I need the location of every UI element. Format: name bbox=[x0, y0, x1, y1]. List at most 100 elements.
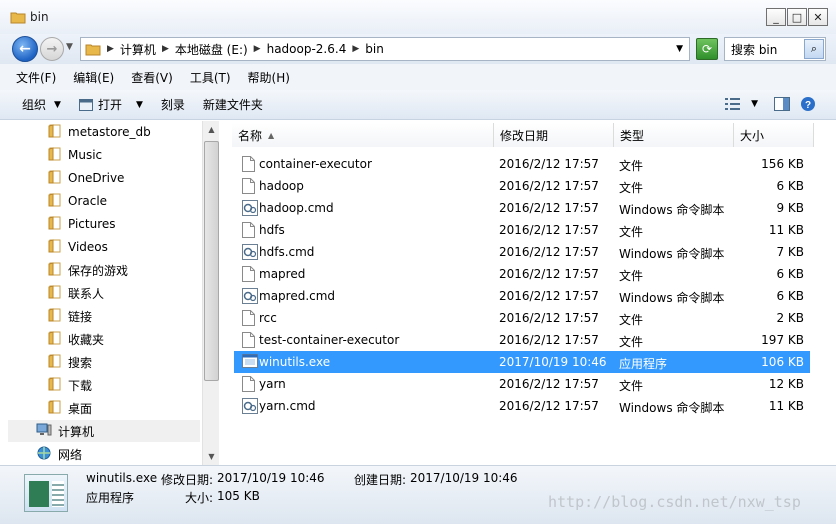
computer-icon bbox=[36, 423, 52, 440]
chevron-down-icon[interactable]: ▼ bbox=[751, 99, 758, 109]
column-modified[interactable]: 修改日期 bbox=[494, 123, 614, 147]
sidebar-item-music[interactable]: Music bbox=[0, 144, 200, 166]
sidebar-item-onedrive[interactable]: OneDrive bbox=[0, 167, 200, 189]
sidebar-item-item-12[interactable]: 桌面 bbox=[0, 397, 200, 419]
file-size: 6 KB bbox=[776, 289, 804, 303]
sidebar-item-label: metastore_db bbox=[68, 125, 151, 139]
search-icon[interactable]: ⌕ bbox=[804, 39, 824, 59]
column-type[interactable]: 类型 bbox=[614, 123, 734, 147]
file-size: 156 KB bbox=[761, 157, 804, 171]
burn-button[interactable]: 刻录 bbox=[161, 96, 185, 113]
title-bar[interactable]: bin _ □ ✕ bbox=[0, 0, 836, 34]
breadcrumb-drive[interactable]: ▶ 本地磁盘 (E:) bbox=[162, 41, 248, 58]
file-list[interactable]: 名称 ▲ 修改日期 类型 大小 container-executor 2016/2/… bbox=[222, 121, 836, 465]
table-row[interactable]: mapred.cmd 2016/2/12 17:57 Windows 命令脚本 6 K… bbox=[234, 285, 810, 307]
svg-text:?: ? bbox=[805, 100, 811, 111]
preview-pane-icon[interactable] bbox=[774, 97, 790, 111]
file-type: Windows 命令脚本 bbox=[619, 203, 725, 217]
file-icon bbox=[242, 332, 255, 351]
sidebar-item-metastore-db[interactable]: metastore_db bbox=[0, 121, 200, 143]
table-row[interactable]: hdfs 2016/2/12 17:57 文件 11 KB bbox=[234, 219, 810, 241]
sidebar-item-label: Videos bbox=[68, 240, 108, 254]
navigation-scrollbar[interactable]: ▲ ▼ bbox=[202, 121, 219, 465]
organize-button[interactable]: 组织 ▼ bbox=[22, 96, 61, 113]
folder-icon bbox=[48, 399, 62, 417]
menu-bar: 文件(F) 编辑(E) 查看(V) 工具(T) 帮助(H) bbox=[0, 64, 836, 90]
refresh-button[interactable]: ⟳ bbox=[696, 38, 718, 60]
table-row[interactable]: yarn 2016/2/12 17:57 文件 12 KB bbox=[234, 373, 810, 395]
sidebar-item-pictures[interactable]: Pictures bbox=[0, 213, 200, 235]
menu-tools[interactable]: 工具(T) bbox=[190, 69, 231, 86]
navigation-bar: ← → ▼ ▶ 计算机 ▶ 本地磁盘 (E:) ▶ hadoop-2.6.4 ▶ bin… bbox=[0, 34, 836, 64]
column-name[interactable]: 名称 ▲ bbox=[232, 123, 494, 147]
breadcrumb-bin[interactable]: ▶ bin bbox=[352, 42, 383, 56]
menu-view[interactable]: 查看(V) bbox=[131, 69, 173, 86]
file-type: 文件 bbox=[619, 269, 644, 283]
table-row[interactable]: container-executor 2016/2/12 17:57 文件 156 K… bbox=[234, 153, 810, 175]
recent-pages-dropdown-icon[interactable]: ▼ bbox=[66, 42, 73, 52]
sidebar-item-label: 收藏夹 bbox=[68, 332, 105, 347]
scrollbar-thumb[interactable] bbox=[204, 141, 219, 381]
file-name: yarn bbox=[259, 377, 286, 391]
file-name: rcc bbox=[259, 311, 277, 325]
table-row[interactable]: hadoop 2016/2/12 17:57 文件 6 KB bbox=[234, 175, 810, 197]
open-button[interactable]: 打开 ▼ bbox=[78, 96, 143, 113]
watermark-text: http://blog.csdn.net/nxw_tsp bbox=[548, 493, 801, 511]
chevron-down-icon[interactable]: ▼ bbox=[676, 44, 683, 54]
table-row[interactable]: hdfs.cmd 2016/2/12 17:57 Windows 命令脚本 7 KB bbox=[234, 241, 810, 263]
folder-icon bbox=[48, 353, 62, 371]
command-bar: 组织 ▼ 打开 ▼ 刻录 新建文件夹 ▼ ? bbox=[0, 90, 836, 120]
file-modified: 2016/2/12 17:57 bbox=[499, 333, 599, 347]
back-button[interactable]: ← bbox=[12, 36, 38, 62]
details-created-value: 2017/10/19 10:46 bbox=[410, 471, 518, 485]
sidebar-item-item-10[interactable]: 搜索 bbox=[0, 351, 200, 373]
scroll-down-arrow-icon[interactable]: ▼ bbox=[204, 448, 219, 465]
sidebar-item-item-11[interactable]: 下载 bbox=[0, 374, 200, 396]
table-row[interactable]: yarn.cmd 2016/2/12 17:57 Windows 命令脚本 11 KB bbox=[234, 395, 810, 417]
search-input[interactable]: 搜索 bin ⌕ bbox=[724, 37, 826, 61]
close-button[interactable]: ✕ bbox=[808, 8, 828, 26]
file-type: 文件 bbox=[619, 313, 644, 327]
column-size[interactable]: 大小 bbox=[734, 123, 814, 147]
sidebar-item-item-6[interactable]: 保存的游戏 bbox=[0, 259, 200, 281]
sidebar-item-oracle[interactable]: Oracle bbox=[0, 190, 200, 212]
chevron-right-icon[interactable]: ▶ bbox=[107, 44, 114, 54]
sidebar-item-item-9[interactable]: 收藏夹 bbox=[0, 328, 200, 350]
navigation-pane[interactable]: metastore_db Music OneDrive Oracle Pictures V… bbox=[0, 121, 220, 465]
breadcrumb-hadoop[interactable]: ▶ hadoop-2.6.4 bbox=[254, 42, 347, 56]
sidebar-item-videos[interactable]: Videos bbox=[0, 236, 200, 258]
chevron-right-icon[interactable]: ▶ bbox=[352, 44, 359, 54]
forward-button[interactable]: → bbox=[40, 37, 64, 61]
breadcrumb-computer[interactable]: ▶ 计算机 bbox=[107, 41, 156, 58]
file-name: mapred bbox=[259, 267, 306, 281]
sidebar-item-item-14[interactable]: 网络 bbox=[8, 443, 200, 465]
sidebar-item-item-13[interactable]: 计算机 bbox=[8, 420, 200, 442]
maximize-button[interactable]: □ bbox=[787, 8, 807, 26]
menu-file[interactable]: 文件(F) bbox=[16, 69, 56, 86]
file-size: 9 KB bbox=[776, 201, 804, 215]
sidebar-item-item-8[interactable]: 链接 bbox=[0, 305, 200, 327]
menu-help[interactable]: 帮助(H) bbox=[248, 69, 290, 86]
command-script-icon bbox=[242, 244, 258, 263]
address-bar[interactable]: ▶ 计算机 ▶ 本地磁盘 (E:) ▶ hadoop-2.6.4 ▶ bin ▼ bbox=[80, 37, 690, 61]
file-modified: 2016/2/12 17:57 bbox=[499, 399, 599, 413]
table-row[interactable]: mapred 2016/2/12 17:57 文件 6 KB bbox=[234, 263, 810, 285]
chevron-right-icon[interactable]: ▶ bbox=[254, 44, 261, 54]
menu-edit[interactable]: 编辑(E) bbox=[73, 69, 114, 86]
table-row[interactable]: rcc 2016/2/12 17:57 文件 2 KB bbox=[234, 307, 810, 329]
sidebar-item-item-7[interactable]: 联系人 bbox=[0, 282, 200, 304]
scroll-up-arrow-icon[interactable]: ▲ bbox=[204, 121, 219, 138]
file-name: hdfs bbox=[259, 223, 285, 237]
chevron-right-icon[interactable]: ▶ bbox=[162, 44, 169, 54]
folder-icon bbox=[48, 238, 62, 256]
table-row[interactable]: winutils.exe 2017/10/19 10:46 应用程序 106 KB bbox=[234, 351, 810, 373]
folder-icon bbox=[48, 215, 62, 233]
details-file-type: 应用程序 bbox=[86, 491, 135, 505]
new-folder-button[interactable]: 新建文件夹 bbox=[203, 96, 263, 113]
table-row[interactable]: test-container-executor 2016/2/12 17:57 文件… bbox=[234, 329, 810, 351]
table-row[interactable]: hadoop.cmd 2016/2/12 17:57 Windows 命令脚本 9 K… bbox=[234, 197, 810, 219]
file-size: 6 KB bbox=[776, 267, 804, 281]
help-icon[interactable]: ? bbox=[800, 96, 816, 112]
minimize-button[interactable]: _ bbox=[766, 8, 786, 26]
view-options-icon[interactable] bbox=[725, 98, 741, 110]
